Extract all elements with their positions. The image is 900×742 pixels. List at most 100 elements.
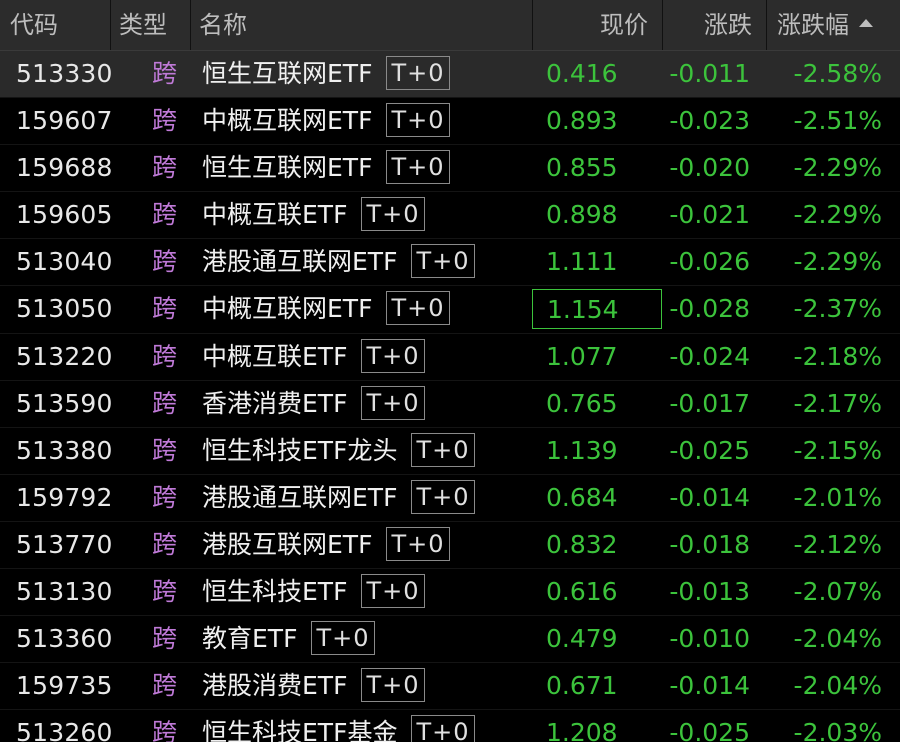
price-change-percent: -2.29% (793, 200, 882, 230)
security-name-cell: 香港消费ETF T+0 (202, 381, 425, 427)
price-change: -0.011 (669, 59, 750, 88)
column-header-change-percent-label: 涨跌幅 (777, 11, 849, 39)
security-type: 跨 (152, 388, 178, 418)
price-change-percent: -2.15% (793, 435, 882, 465)
t0-badge: T+0 (386, 150, 450, 185)
security-name-cell: 恒生互联网ETF T+0 (202, 145, 450, 191)
table-row[interactable]: 513590 跨香港消费ETF T+0 0.765 -0.017 -2.17% (0, 381, 900, 428)
security-name-cell: 恒生科技ETF T+0 (202, 569, 425, 615)
price-change-percent: -2.03% (793, 718, 882, 742)
security-name-cell: 恒生科技ETF龙头 T+0 (202, 428, 475, 474)
security-name-cell: 中概互联ETF T+0 (202, 192, 425, 238)
quote-table: 代码 类型 名称 现价 涨跌 涨跌幅 513330 跨恒生互联网ETF T+0 0.4… (0, 0, 900, 742)
table-row[interactable]: 159688 跨恒生互联网ETF T+0 0.855 -0.020 -2.29% (0, 145, 900, 193)
table-row[interactable]: 513330 跨恒生互联网ETF T+0 0.416 -0.011 -2.58% (0, 51, 900, 99)
column-header-price[interactable]: 现价 (532, 0, 662, 50)
current-price: 0.893 (546, 106, 618, 136)
security-code: 159735 (16, 671, 113, 701)
current-price: 0.616 (546, 577, 618, 607)
current-price: 1.111 (546, 247, 618, 277)
security-name-cell: 港股消费ETF T+0 (202, 663, 425, 709)
price-change: -0.023 (669, 106, 750, 136)
table-row[interactable]: 513360 跨教育ETF T+0 0.479 -0.010 -2.04% (0, 616, 900, 664)
security-name: 港股消费ETF (202, 671, 348, 701)
table-row[interactable]: 159792 跨港股通互联网ETF T+0 0.684 -0.014 -2.01% (0, 475, 900, 522)
security-name: 恒生互联网ETF (202, 153, 373, 183)
t0-badge: T+0 (361, 338, 425, 373)
price-change: -0.028 (669, 294, 750, 324)
sort-ascending-triangle-icon[interactable] (859, 19, 873, 27)
security-name: 港股互联网ETF (202, 529, 373, 559)
security-name: 恒生科技ETF (202, 577, 348, 607)
table-row[interactable]: 513260 跨恒生科技ETF基金 T+0 1.208 -0.025 -2.03% (0, 710, 900, 742)
current-price: 1.077 (546, 341, 618, 371)
security-type: 跨 (152, 106, 178, 136)
t0-badge: T+0 (361, 574, 425, 609)
current-price: 0.855 (546, 153, 618, 183)
security-code: 513220 (16, 341, 113, 371)
table-row[interactable]: 513380 跨恒生科技ETF龙头 T+0 1.139 -0.025 -2.15% (0, 428, 900, 475)
price-change-percent: -2.07% (793, 577, 882, 607)
t0-badge: T+0 (411, 479, 475, 514)
current-price: 0.832 (546, 529, 618, 559)
column-header-change-percent[interactable]: 涨跌幅 (766, 0, 900, 50)
security-type: 跨 (152, 200, 178, 230)
security-code: 513380 (16, 435, 113, 465)
table-row[interactable]: 513040 跨港股通互联网ETF T+0 1.111 -0.026 -2.29% (0, 239, 900, 287)
table-row[interactable]: 513130 跨恒生科技ETF T+0 0.616 -0.013 -2.07% (0, 569, 900, 617)
table-row[interactable]: 513770 跨港股互联网ETF T+0 0.832 -0.018 -2.12% (0, 522, 900, 570)
table-row[interactable]: 513050 跨中概互联网ETF T+0 1.154 -0.028 -2.37% (0, 286, 900, 334)
security-name: 中概互联网ETF (202, 294, 373, 324)
current-price: 1.208 (546, 718, 618, 742)
column-header-type[interactable]: 类型 (110, 0, 190, 50)
price-change: -0.017 (669, 388, 750, 418)
price-change-percent: -2.12% (793, 529, 882, 559)
price-change-percent: -2.29% (793, 247, 882, 277)
price-change-percent: -2.37% (793, 294, 882, 324)
security-code: 513330 (16, 59, 113, 88)
security-name: 恒生科技ETF基金 (202, 718, 398, 742)
table-row[interactable]: 513220 跨中概互联ETF T+0 1.077 -0.024 -2.18% (0, 334, 900, 381)
price-change: -0.014 (669, 482, 750, 512)
security-name: 港股通互联网ETF (202, 247, 398, 277)
security-name-cell: 恒生科技ETF基金 T+0 (202, 710, 475, 742)
security-name: 恒生互联网ETF (202, 59, 373, 88)
security-name-cell: 教育ETF T+0 (202, 616, 375, 662)
security-name: 港股通互联网ETF (202, 482, 398, 512)
security-code: 513040 (16, 247, 113, 277)
table-header: 代码 类型 名称 现价 涨跌 涨跌幅 (0, 0, 900, 51)
security-name: 中概互联网ETF (202, 106, 373, 136)
security-type: 跨 (152, 482, 178, 512)
current-price: 0.671 (546, 671, 618, 701)
t0-badge: T+0 (411, 244, 475, 279)
table-row[interactable]: 159607 跨中概互联网ETF T+0 0.893 -0.023 -2.51% (0, 98, 900, 146)
t0-badge: T+0 (411, 432, 475, 467)
security-name: 中概互联ETF (202, 200, 348, 230)
security-name-cell: 恒生互联网ETF T+0 (202, 51, 450, 97)
column-header-code[interactable]: 代码 (0, 0, 110, 50)
security-code: 513050 (16, 294, 113, 324)
security-name-cell: 中概互联ETF T+0 (202, 334, 425, 380)
security-code: 513260 (16, 718, 113, 742)
security-name-cell: 港股通互联网ETF T+0 (202, 475, 475, 521)
column-header-change[interactable]: 涨跌 (662, 0, 766, 50)
t0-badge: T+0 (361, 197, 425, 232)
table-row[interactable]: 159735 跨港股消费ETF T+0 0.671 -0.014 -2.04% (0, 663, 900, 711)
price-change: -0.020 (669, 153, 750, 183)
security-type: 跨 (152, 341, 178, 371)
security-name: 恒生科技ETF龙头 (202, 435, 398, 465)
price-change: -0.014 (669, 671, 750, 701)
price-change: -0.026 (669, 247, 750, 277)
column-header-name[interactable]: 名称 (190, 0, 532, 50)
current-price: 1.139 (546, 435, 618, 465)
current-price: 1.154 (532, 289, 662, 330)
security-name-cell: 中概互联网ETF T+0 (202, 286, 450, 332)
price-change: -0.018 (669, 529, 750, 559)
security-code: 513770 (16, 529, 113, 559)
security-code: 513130 (16, 577, 113, 607)
current-price: 0.765 (546, 388, 618, 418)
table-row[interactable]: 159605 跨中概互联ETF T+0 0.898 -0.021 -2.29% (0, 192, 900, 240)
security-type: 跨 (152, 294, 178, 324)
security-name-cell: 港股互联网ETF T+0 (202, 522, 450, 568)
security-type: 跨 (152, 59, 178, 88)
